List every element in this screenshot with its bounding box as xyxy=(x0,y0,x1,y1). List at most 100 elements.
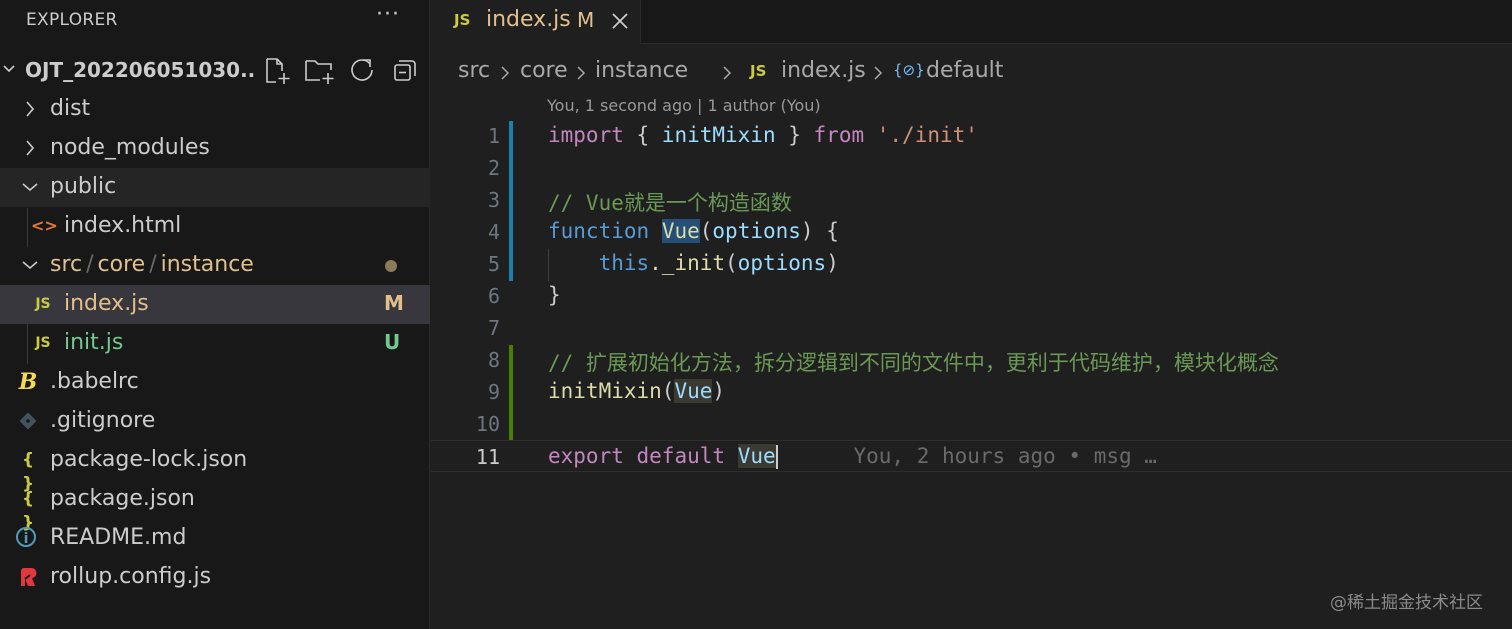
git-status-badge: U xyxy=(384,330,401,354)
code-text: } xyxy=(548,283,561,307)
inline-blame: You, 2 hours ago • msg … xyxy=(853,444,1157,468)
breadcrumb-item[interactable]: core xyxy=(520,58,568,83)
token: initMixin xyxy=(661,123,776,147)
token: initMixin xyxy=(548,379,662,403)
tree-item-label: src / core / instance xyxy=(50,252,254,277)
code-text: initMixin(Vue) xyxy=(548,379,725,403)
close-icon[interactable] xyxy=(609,10,631,32)
token: default xyxy=(636,444,726,468)
breadcrumb-item[interactable]: instance xyxy=(595,58,688,83)
token: './init' xyxy=(876,123,978,147)
json-icon: { } xyxy=(21,489,35,533)
tree-item-package-json[interactable]: { } package.json xyxy=(0,480,430,533)
code-line: 6 } xyxy=(431,280,1512,312)
token: ( xyxy=(725,251,738,275)
tree-item-gitignore[interactable]: .gitignore xyxy=(0,402,430,441)
json-icon: { } xyxy=(21,450,35,494)
chevron-down-icon xyxy=(22,261,38,270)
tree-item-public[interactable]: public xyxy=(0,168,430,207)
more-actions-icon[interactable]: ··· xyxy=(376,2,400,27)
line-number: 11 xyxy=(475,445,500,469)
new-folder-icon[interactable] xyxy=(304,56,334,86)
token: } xyxy=(775,123,814,147)
line-number: 6 xyxy=(487,284,500,308)
explorer-title: EXPLORER xyxy=(26,10,118,30)
tree-item-init-js[interactable]: JS init.js U xyxy=(0,324,430,363)
code-text: this._init(options) xyxy=(548,251,839,275)
chevron-down-icon xyxy=(3,65,15,73)
token: ._init xyxy=(649,251,726,275)
chevron-right-icon xyxy=(26,101,35,117)
token: Vue xyxy=(674,379,713,403)
chevron-right-icon xyxy=(874,66,883,80)
tree-item-label: .gitignore xyxy=(50,408,156,433)
code-line: 2 xyxy=(431,152,1512,184)
tree-item-label: public xyxy=(50,174,117,199)
token: ( xyxy=(699,219,713,243)
token: ) xyxy=(826,251,839,275)
project-name: OJT_202206051030... xyxy=(25,58,255,82)
git-status-badge: M xyxy=(384,291,404,315)
breadcrumb-item[interactable]: src xyxy=(458,58,490,83)
token: from xyxy=(813,123,865,147)
token: options xyxy=(737,251,827,275)
line-number: 5 xyxy=(487,252,500,276)
code-line: 5 this._init(options) xyxy=(431,248,1512,280)
tree-item-readme[interactable]: i README.md xyxy=(0,519,430,558)
chevron-right-icon xyxy=(26,140,35,156)
codelens-blame[interactable]: You, 1 second ago | 1 author (You) xyxy=(547,96,821,115)
tab-index-js[interactable]: JS index.js M xyxy=(431,0,641,44)
chevron-right-icon xyxy=(501,66,510,80)
code-line-current: 11 export default Vue You, 2 hours ago •… xyxy=(431,440,1512,472)
babel-icon: B xyxy=(18,369,38,395)
tree-item-rollup-config[interactable]: rollup.config.js xyxy=(0,558,430,597)
code-line: 9 initMixin(Vue) xyxy=(431,376,1512,408)
code-text: import { initMixin } from './init' xyxy=(548,123,978,147)
tree-item-label: .babelrc xyxy=(50,369,139,394)
line-number: 4 xyxy=(487,220,500,244)
html-icon: <> xyxy=(31,216,58,235)
tree-item-label: README.md xyxy=(50,525,187,550)
code-line: 7 xyxy=(431,312,1512,344)
tree-item-index-html[interactable]: <> index.html xyxy=(0,207,430,246)
line-number: 2 xyxy=(487,156,500,180)
breadcrumb-item[interactable]: index.js xyxy=(781,58,866,83)
new-file-icon[interactable] xyxy=(262,56,292,86)
token: ) { xyxy=(800,219,839,243)
chevron-right-icon xyxy=(577,66,586,80)
code-comment: // 扩展初始化方法，拆分逻辑到不同的文件中，更利于代码维护，模块化概念 xyxy=(548,351,1279,375)
tree-item-dist[interactable]: dist xyxy=(0,90,430,129)
token: this xyxy=(598,251,650,275)
tree-item-label: index.js xyxy=(64,291,149,316)
code-text: function Vue(options) { xyxy=(548,219,839,243)
line-number: 3 xyxy=(487,188,500,212)
js-icon: JS xyxy=(35,296,51,312)
line-number: 9 xyxy=(487,380,500,404)
tree-item-index-js[interactable]: JS index.js M xyxy=(0,285,430,324)
info-icon: i xyxy=(16,527,36,547)
code-comment: // Vue就是一个构造函数 xyxy=(548,191,792,215)
breadcrumb-item[interactable]: default xyxy=(926,58,1003,83)
code-line: 8 // 扩展初始化方法，拆分逻辑到不同的文件中，更利于代码维护，模块化概念 xyxy=(431,344,1512,376)
tab-status-badge: M xyxy=(577,8,595,32)
token: ( xyxy=(661,379,675,403)
tree-item-babelrc[interactable]: B .babelrc xyxy=(0,363,430,402)
code-line: 10 xyxy=(431,408,1512,440)
token: import xyxy=(548,123,624,147)
git-icon xyxy=(19,412,37,430)
token: ) xyxy=(712,379,726,403)
tree-item-package-lock-json[interactable]: { } package-lock.json xyxy=(0,441,430,494)
refresh-icon[interactable] xyxy=(348,56,378,86)
tree-item-label: rollup.config.js xyxy=(50,564,212,589)
js-icon: JS xyxy=(750,62,767,80)
tree-item-label: package-lock.json xyxy=(50,447,248,472)
tree-item-src-core-instance[interactable]: src / core / instance xyxy=(0,246,430,285)
line-number: 10 xyxy=(475,412,500,436)
path-separator: / xyxy=(149,252,157,277)
token: export xyxy=(548,444,624,468)
tree-item-node-modules[interactable]: node_modules xyxy=(0,129,430,168)
line-number: 8 xyxy=(487,348,500,372)
editor-area: JS index.js M src core instance JS index… xyxy=(431,0,1512,629)
code-line: 3 // Vue就是一个构造函数 xyxy=(431,184,1512,216)
collapse-all-icon[interactable] xyxy=(390,56,420,86)
